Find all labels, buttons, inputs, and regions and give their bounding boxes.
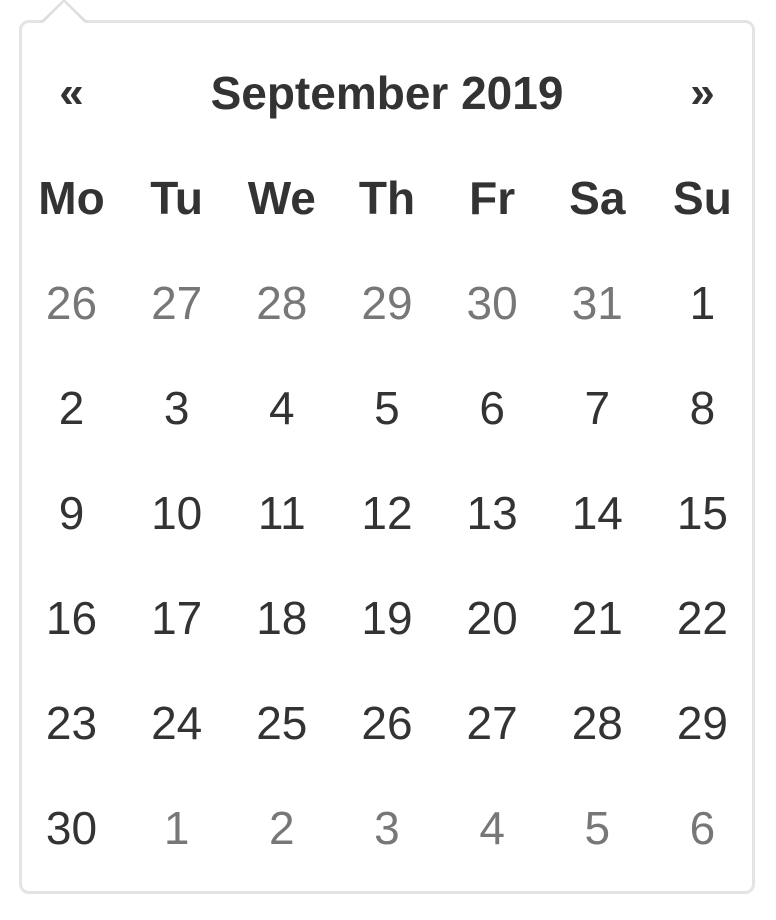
weekday-label: Sa <box>569 171 626 224</box>
calendar-week-row: 16 17 18 19 20 21 22 <box>19 565 755 670</box>
calendar-day-adjacent-month[interactable]: 30 <box>440 250 545 355</box>
calendar-day-adjacent-month[interactable]: 26 <box>19 250 124 355</box>
calendar-day[interactable]: 20 <box>440 565 545 670</box>
calendar-day[interactable]: 14 <box>545 460 650 565</box>
calendar-day[interactable]: 27 <box>440 670 545 775</box>
calendar-day[interactable]: 29 <box>650 670 755 775</box>
weekday-label: Fr <box>469 171 516 224</box>
calendar-day[interactable]: 19 <box>334 565 439 670</box>
month-title[interactable]: September 2019 <box>124 66 650 120</box>
calendar-day-adjacent-month[interactable]: 1 <box>124 775 229 880</box>
calendar-day[interactable]: 3 <box>124 355 229 460</box>
weekday-label: We <box>247 171 316 224</box>
weekday-label: Mo <box>38 171 105 224</box>
calendar-day[interactable]: 26 <box>334 670 439 775</box>
calendar-day[interactable]: 22 <box>650 565 755 670</box>
calendar-day[interactable]: 15 <box>650 460 755 565</box>
weekday-label: Su <box>673 171 732 224</box>
weekday-header-row: Mo Tu We Th Fr Sa Su <box>19 145 755 250</box>
calendar-day-adjacent-month[interactable]: 3 <box>334 775 439 880</box>
calendar-day[interactable]: 1 <box>650 250 755 355</box>
calendar-days-grid: 26 27 28 29 30 31 1 2 3 4 5 6 7 8 9 10 11 12 13 14 15 16 17 18 1… <box>19 250 755 880</box>
calendar-day[interactable]: 21 <box>545 565 650 670</box>
calendar-day-adjacent-month[interactable]: 31 <box>545 250 650 355</box>
calendar-week-row: 30 1 2 3 4 5 6 <box>19 775 755 880</box>
calendar-day[interactable]: 5 <box>334 355 439 460</box>
popup-arrow-fill <box>43 2 85 23</box>
weekday-label: Tu <box>150 171 204 224</box>
calendar-day[interactable]: 30 <box>19 775 124 880</box>
calendar-day-adjacent-month[interactable]: 4 <box>440 775 545 880</box>
calendar-day-adjacent-month[interactable]: 28 <box>229 250 334 355</box>
calendar-day[interactable]: 4 <box>229 355 334 460</box>
weekday-label: Th <box>358 171 416 224</box>
calendar-day[interactable]: 18 <box>229 565 334 670</box>
calendar-day-adjacent-month[interactable]: 27 <box>124 250 229 355</box>
calendar-day-adjacent-month[interactable]: 29 <box>334 250 439 355</box>
calendar-day[interactable]: 10 <box>124 460 229 565</box>
datepicker-calendar: « September 2019 » Mo Tu We Th Fr Sa Su … <box>19 40 755 880</box>
calendar-day-adjacent-month[interactable]: 6 <box>650 775 755 880</box>
calendar-week-row: 23 24 25 26 27 28 29 <box>19 670 755 775</box>
calendar-day-adjacent-month[interactable]: 2 <box>229 775 334 880</box>
calendar-day[interactable]: 2 <box>19 355 124 460</box>
calendar-day[interactable]: 24 <box>124 670 229 775</box>
calendar-week-row: 26 27 28 29 30 31 1 <box>19 250 755 355</box>
calendar-day[interactable]: 25 <box>229 670 334 775</box>
prev-month-button[interactable]: « <box>19 40 124 145</box>
calendar-day[interactable]: 7 <box>545 355 650 460</box>
calendar-header: « September 2019 » <box>19 40 755 145</box>
calendar-day[interactable]: 6 <box>440 355 545 460</box>
calendar-day[interactable]: 28 <box>545 670 650 775</box>
calendar-day[interactable]: 23 <box>19 670 124 775</box>
calendar-day-adjacent-month[interactable]: 5 <box>545 775 650 880</box>
calendar-day[interactable]: 13 <box>440 460 545 565</box>
calendar-day[interactable]: 8 <box>650 355 755 460</box>
calendar-week-row: 9 10 11 12 13 14 15 <box>19 460 755 565</box>
calendar-day[interactable]: 12 <box>334 460 439 565</box>
next-month-button[interactable]: » <box>650 40 755 145</box>
calendar-day[interactable]: 9 <box>19 460 124 565</box>
calendar-week-row: 2345678 <box>19 355 755 460</box>
calendar-day[interactable]: 11 <box>229 460 334 565</box>
calendar-day[interactable]: 17 <box>124 565 229 670</box>
calendar-day[interactable]: 16 <box>19 565 124 670</box>
